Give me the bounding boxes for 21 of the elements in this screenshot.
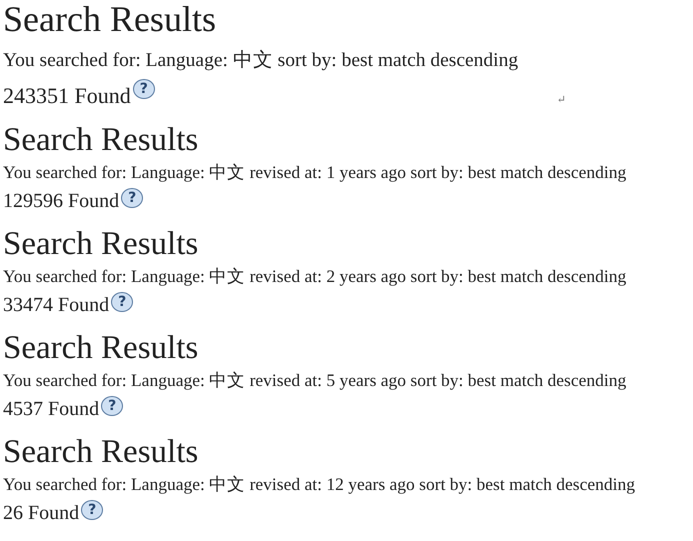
search-summary: You searched for: Language: 中文 revised at: 1 years ago sort by: best match descending (3, 161, 626, 184)
results-heading: Search Results (3, 122, 198, 158)
return-mark: ↵ (556, 94, 566, 106)
help-button[interactable]: ? (111, 292, 134, 312)
search-summary: You searched for: Language: 中文 sort by: best match descending (3, 48, 518, 73)
result-count: 33474 Found (3, 294, 110, 318)
help-button[interactable]: ? (101, 396, 124, 416)
search-summary: You searched for: Language: 中文 revised at: 12 years ago sort by: best match descending (3, 473, 635, 496)
search-summary: You searched for: Language: 中文 revised at: 2 years ago sort by: best match descending (3, 265, 626, 288)
results-heading: Search Results (3, 226, 198, 262)
help-button[interactable]: ? (121, 188, 144, 208)
search-summary: You searched for: Language: 中文 revised at: 5 years ago sort by: best match descending (3, 369, 626, 392)
result-count: 129596 Found (3, 190, 120, 214)
help-button[interactable]: ? (132, 78, 155, 99)
results-heading: Search Results (3, 0, 216, 40)
result-count: 243351 Found (3, 82, 131, 109)
result-count: 4537 Found (3, 398, 100, 422)
help-button[interactable]: ? (81, 500, 104, 520)
results-heading: Search Results (3, 434, 198, 470)
result-count: 26 Found (3, 502, 80, 526)
results-heading: Search Results (3, 330, 198, 366)
